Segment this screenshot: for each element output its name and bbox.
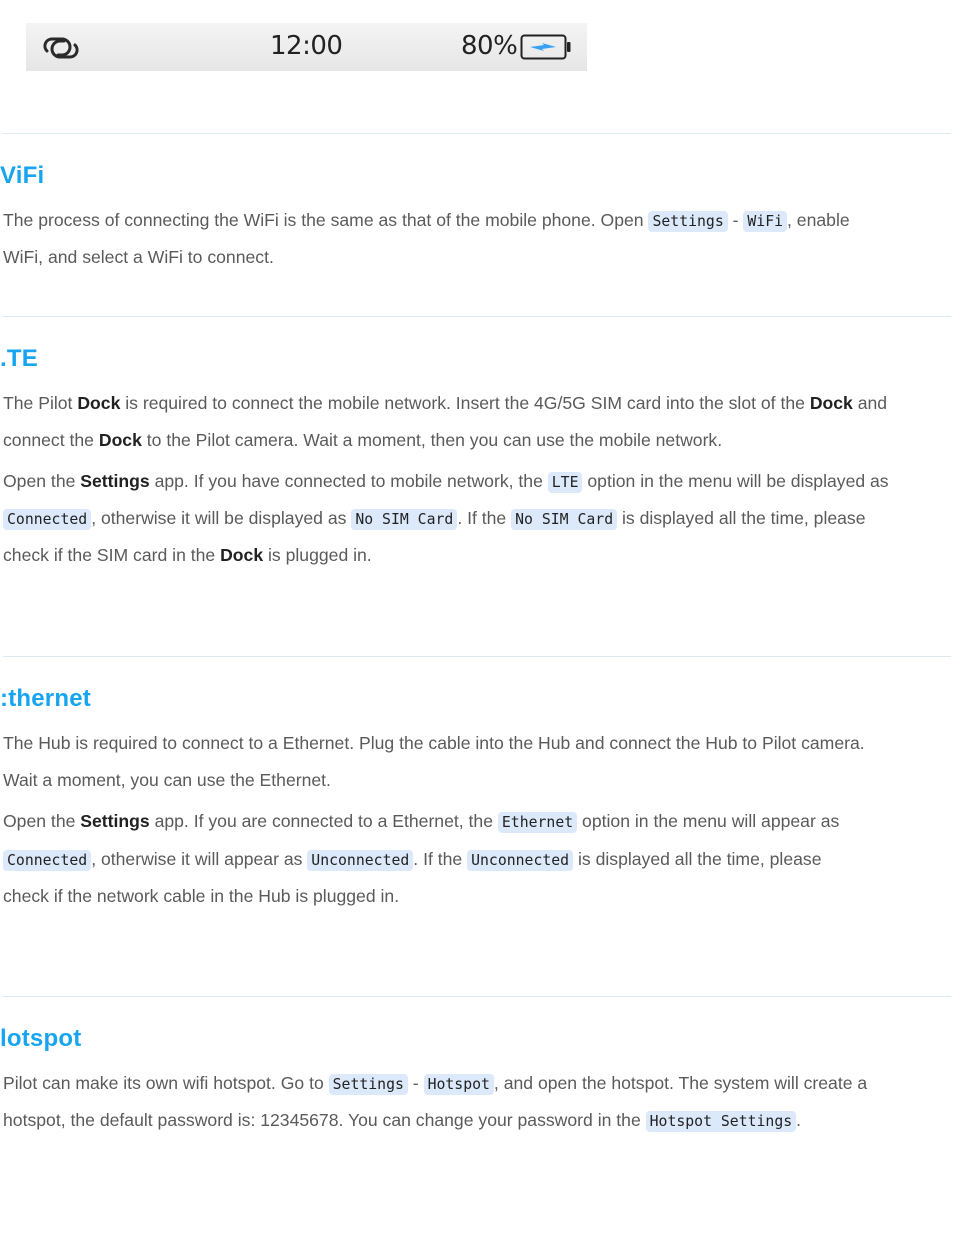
- text-span: , enable: [787, 210, 850, 230]
- section-heading: .TE: [0, 345, 38, 372]
- status-bar: 12:00 80%: [26, 23, 587, 71]
- link-icon: [43, 37, 79, 59]
- paragraph-line: Connected, otherwise it will appear as U…: [3, 841, 954, 879]
- inline-code: Settings: [648, 211, 728, 232]
- section-heading: lotspot: [0, 1025, 82, 1052]
- bold-term: Settings: [80, 471, 150, 491]
- text-span: , otherwise it will be displayed as: [91, 508, 352, 528]
- bold-term: Dock: [220, 545, 264, 565]
- text-span: app. If you are connected to a Ethernet,…: [149, 811, 498, 831]
- bold-term: Settings: [80, 811, 150, 831]
- paragraph-line: Pilot can make its own wifi hotspot. Go …: [3, 1065, 954, 1103]
- paragraph-line: The process of connecting the WiFi is th…: [3, 202, 954, 240]
- bold-term: Dock: [809, 393, 853, 413]
- inline-code: Unconnected: [307, 850, 414, 871]
- battery-percent: 80%: [461, 31, 518, 61]
- text-span: is displayed all the time, please: [617, 508, 866, 528]
- paragraph-line: The Pilot Dock is required to connect th…: [3, 385, 954, 422]
- section-divider: [3, 133, 951, 134]
- text-span: .: [796, 1110, 802, 1130]
- paragraph-line: connect the Dock to the Pilot camera. Wa…: [3, 422, 954, 459]
- inline-code: Ethernet: [497, 812, 578, 833]
- section-divider: [3, 996, 951, 997]
- inline-code: Hotspot: [423, 1074, 494, 1095]
- inline-code: WiFi: [743, 211, 788, 232]
- text-span: . If the: [413, 849, 468, 869]
- text-span: hotspot, the default password is: 123456…: [3, 1110, 646, 1130]
- inline-code: No SIM Card: [511, 509, 618, 530]
- inline-code: Settings: [328, 1074, 408, 1095]
- paragraph-line: Wait a moment, you can use the Ethernet.: [3, 762, 954, 799]
- text-span: , otherwise it will appear as: [91, 849, 308, 869]
- text-span: app. If you have connected to mobile net…: [149, 471, 548, 491]
- text-span: , and open the hotspot. The system will …: [493, 1073, 868, 1093]
- paragraph-line: Connected, otherwise it will be displaye…: [3, 500, 954, 538]
- inline-code: Unconnected: [467, 850, 574, 871]
- section-divider: [3, 656, 951, 657]
- text-span: is displayed all the time, please: [573, 849, 822, 869]
- section-divider: [3, 316, 951, 317]
- inline-code: Connected: [3, 850, 92, 871]
- text-span: Open the: [3, 471, 81, 491]
- text-span: check if the SIM card in the: [3, 545, 221, 565]
- text-span: Pilot can make its own wifi hotspot. Go …: [3, 1073, 329, 1093]
- text-span: The Hub is required to connect to a Ethe…: [3, 733, 865, 753]
- paragraph-line: Open the Settings app. If you have conne…: [3, 463, 954, 501]
- text-span: The Pilot: [3, 393, 78, 413]
- text-span: Open the: [3, 811, 81, 831]
- inline-code: LTE: [547, 472, 583, 493]
- text-span: connect the: [3, 430, 99, 450]
- text-span: is required to connect the mobile networ…: [120, 393, 810, 413]
- status-time: 12:00: [270, 31, 343, 61]
- paragraph-line: check if the SIM card in the Dock is plu…: [3, 537, 954, 574]
- paragraph-line: Open the Settings app. If you are connec…: [3, 803, 954, 841]
- inline-code: Hotspot Settings: [645, 1111, 797, 1132]
- paragraph-line: check if the network cable in the Hub is…: [3, 878, 954, 915]
- text-span: -: [727, 210, 744, 230]
- text-span: is plugged in.: [263, 545, 372, 565]
- text-span: Wait a moment, you can use the Ethernet.: [3, 770, 331, 790]
- bold-term: Dock: [77, 393, 121, 413]
- battery-charging-icon: [520, 34, 571, 60]
- text-span: . If the: [457, 508, 512, 528]
- text-span: and: [852, 393, 888, 413]
- text-span: option in the menu will appear as: [577, 811, 840, 831]
- paragraph-line: The Hub is required to connect to a Ethe…: [3, 725, 954, 762]
- paragraph-line: hotspot, the default password is: 123456…: [3, 1102, 954, 1140]
- text-span: WiFi, and select a WiFi to connect.: [3, 247, 274, 267]
- text-span: to the Pilot camera. Wait a moment, then…: [141, 430, 723, 450]
- text-span: -: [407, 1073, 424, 1093]
- bold-term: Dock: [98, 430, 142, 450]
- section-heading: :thernet: [0, 685, 91, 712]
- section-heading: ViFi: [0, 162, 45, 189]
- text-span: option in the menu will be displayed as: [582, 471, 889, 491]
- inline-code: Connected: [3, 509, 92, 530]
- paragraph-line: WiFi, and select a WiFi to connect.: [3, 239, 954, 276]
- text-span: The process of connecting the WiFi is th…: [3, 210, 649, 230]
- text-span: check if the network cable in the Hub is…: [3, 886, 400, 906]
- inline-code: No SIM Card: [351, 509, 458, 530]
